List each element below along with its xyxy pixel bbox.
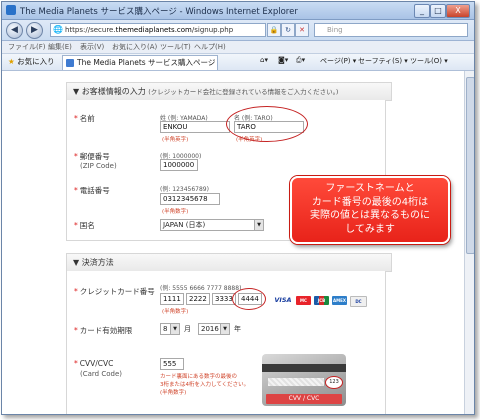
name-label: * 名前 — [74, 114, 95, 123]
stop-icon[interactable]: ✕ — [295, 23, 309, 37]
active-tab[interactable]: The Media Planets サービス購入ページ — [62, 55, 218, 70]
menu-tools[interactable]: ツール(T) — [160, 42, 191, 52]
mastercard-logo: MC — [296, 296, 311, 305]
first-name-highlight — [226, 106, 308, 142]
vertical-scrollbar[interactable] — [464, 71, 474, 414]
card-number-hint: (半角数字) — [162, 309, 189, 315]
close-button[interactable]: X — [446, 4, 470, 18]
address-bar: ◀ ▶ 🌐 https://secure.themediaplanets.com… — [2, 20, 474, 41]
amex-logo: AMEX — [332, 296, 347, 305]
favorites-label: お気に入り — [17, 57, 55, 66]
menu-view[interactable]: 表示(V) — [80, 42, 104, 52]
zip-label: * 郵便番号 — [74, 152, 110, 161]
country-label: * 国名 — [74, 221, 95, 230]
cvv-card-caption: CVV / CVC — [266, 394, 342, 404]
annotation-callout: ファーストネームと カード番号の最後の4桁は 実際の値とは異なるものに してみま… — [290, 176, 450, 244]
ie-logo-icon — [6, 5, 16, 15]
back-button[interactable]: ◀ — [6, 22, 23, 39]
callout-line-2: カード番号の最後の4桁は — [311, 196, 429, 208]
browser-window: The Media Planets サービス購入ページ - Windows In… — [1, 1, 475, 415]
maximize-button[interactable]: □ — [430, 4, 446, 18]
card-last-digits-highlight — [232, 288, 266, 310]
tab-title: The Media Planets サービス購入ページ — [77, 58, 216, 67]
phone-hint: (半角数字) — [162, 209, 189, 215]
scrollbar-thumb[interactable] — [466, 77, 474, 254]
last-name-input[interactable]: ENKOU — [160, 121, 230, 133]
cvv-code-highlight: 123 — [325, 376, 343, 389]
phone-example: (例: 123456789) — [160, 186, 209, 193]
tool-tools[interactable]: ツール(O) ▾ — [410, 56, 448, 66]
tool-page[interactable]: ページ(P) ▾ — [320, 56, 356, 66]
country-value: JAPAN (日本) — [163, 221, 206, 229]
year-unit: 年 — [234, 325, 241, 333]
ie-page-icon: 🌐 — [53, 25, 63, 34]
refresh-icon[interactable]: ↻ — [281, 23, 295, 37]
url-domain: themediaplanets.com — [115, 26, 192, 34]
minimize-button[interactable]: _ — [414, 4, 430, 18]
url-input[interactable]: 🌐 https://secure.themediaplanets.com/sig… — [50, 23, 266, 37]
window-title: The Media Planets サービス購入ページ - Windows In… — [20, 7, 298, 17]
cvv-sub-label: (Card Code) — [80, 370, 122, 378]
country-select[interactable]: JAPAN (日本) ▼ — [160, 219, 264, 231]
card-back-image: 123 CVV / CVC — [262, 354, 346, 406]
favorites-bar: ★ お気に入り The Media Planets サービス購入ページ ⌂▾ ◙… — [2, 54, 474, 71]
magnetic-strip — [262, 364, 346, 372]
tab-page-icon — [66, 59, 74, 67]
url-path: /signup.php — [191, 26, 234, 34]
forward-button[interactable]: ▶ — [26, 22, 43, 39]
payment-section-header: ▼ 決済方法 — [66, 253, 392, 272]
phone-input[interactable]: 0312345678 — [160, 193, 220, 205]
diners-logo: DC — [350, 296, 367, 307]
menu-edit[interactable]: 編集(E) — [48, 42, 72, 52]
lock-icon[interactable]: 🔒 — [267, 23, 281, 37]
menu-help[interactable]: ヘルプ(H) — [194, 42, 226, 52]
expiry-year-select[interactable]: 2016 ▼ — [198, 323, 230, 335]
url-prefix: https://secure. — [65, 26, 116, 34]
tool-safety[interactable]: セーフティ(S) ▾ — [358, 56, 408, 66]
print-icon[interactable]: ⎙▾ — [296, 56, 305, 65]
callout-line-4: してみます — [345, 223, 395, 235]
menu-favorites[interactable]: お気に入り(A) — [112, 42, 157, 52]
month-unit: 月 — [184, 325, 191, 333]
customer-section-note: (クレジットカード会社に登録されている情報をご入力ください。) — [148, 88, 339, 96]
callout-line-3: 実際の値とは異なるものに — [310, 210, 430, 221]
zip-sub-label: (ZIP Code) — [80, 162, 117, 170]
cvv-hint-1: カード裏面にある数字の最後の — [160, 374, 238, 380]
card-number-example: (例: 5555 6666 7777 8888) — [160, 285, 242, 292]
cvv-hint-3: (半角数字) — [160, 390, 187, 396]
callout-line-1: ファーストネームと — [325, 183, 415, 194]
zip-input[interactable]: 1000000 — [160, 159, 198, 171]
card-part-2-input[interactable]: 2222 — [186, 293, 210, 305]
search-input[interactable]: Bing — [314, 23, 468, 37]
expiry-month-select[interactable]: 8 ▼ — [160, 323, 180, 335]
search-placeholder: Bing — [327, 26, 343, 34]
visa-logo: VISA — [274, 296, 292, 304]
chevron-down-icon: ▼ — [254, 220, 263, 230]
expiry-label: * カード有効期限 — [74, 326, 133, 335]
last-name-hint: (半角英字) — [162, 137, 189, 143]
jcb-logo: JCB — [314, 296, 329, 305]
title-bar: The Media Planets サービス購入ページ - Windows In… — [2, 2, 474, 20]
card-part-1-input[interactable]: 1111 — [160, 293, 184, 305]
cvv-input[interactable]: 555 — [160, 358, 184, 370]
rss-icon[interactable]: ◙▾ — [278, 56, 288, 64]
menu-file[interactable]: ファイル(F) — [8, 42, 46, 52]
signature-panel — [268, 378, 324, 386]
star-icon: ★ — [8, 57, 15, 66]
expiry-year-value: 2016 — [201, 325, 219, 333]
cvv-label: * CVV/CVC — [74, 359, 114, 368]
phone-label: * 電話番号 — [74, 186, 110, 195]
expiry-month-value: 8 — [163, 325, 168, 333]
favorites-button[interactable]: ★ お気に入り — [8, 56, 55, 67]
cvv-hint-2: 3桁または4桁を入力してください。 — [160, 382, 250, 388]
menu-bar: ファイル(F) 編集(E) 表示(V) お気に入り(A) ツール(T) ヘルプ(… — [2, 41, 474, 54]
chevron-down-icon: ▼ — [220, 324, 229, 334]
payment-section-title: ▼ 決済方法 — [73, 258, 114, 267]
customer-section-header: ▼ お客様情報の入力 (クレジットカード会社に登録されている情報をご入力ください… — [66, 82, 392, 101]
customer-section-title: ▼ お客様情報の入力 — [73, 87, 146, 96]
card-number-label: * クレジットカード番号 — [74, 287, 155, 296]
home-icon[interactable]: ⌂▾ — [260, 56, 268, 64]
chevron-down-icon: ▼ — [170, 324, 179, 334]
